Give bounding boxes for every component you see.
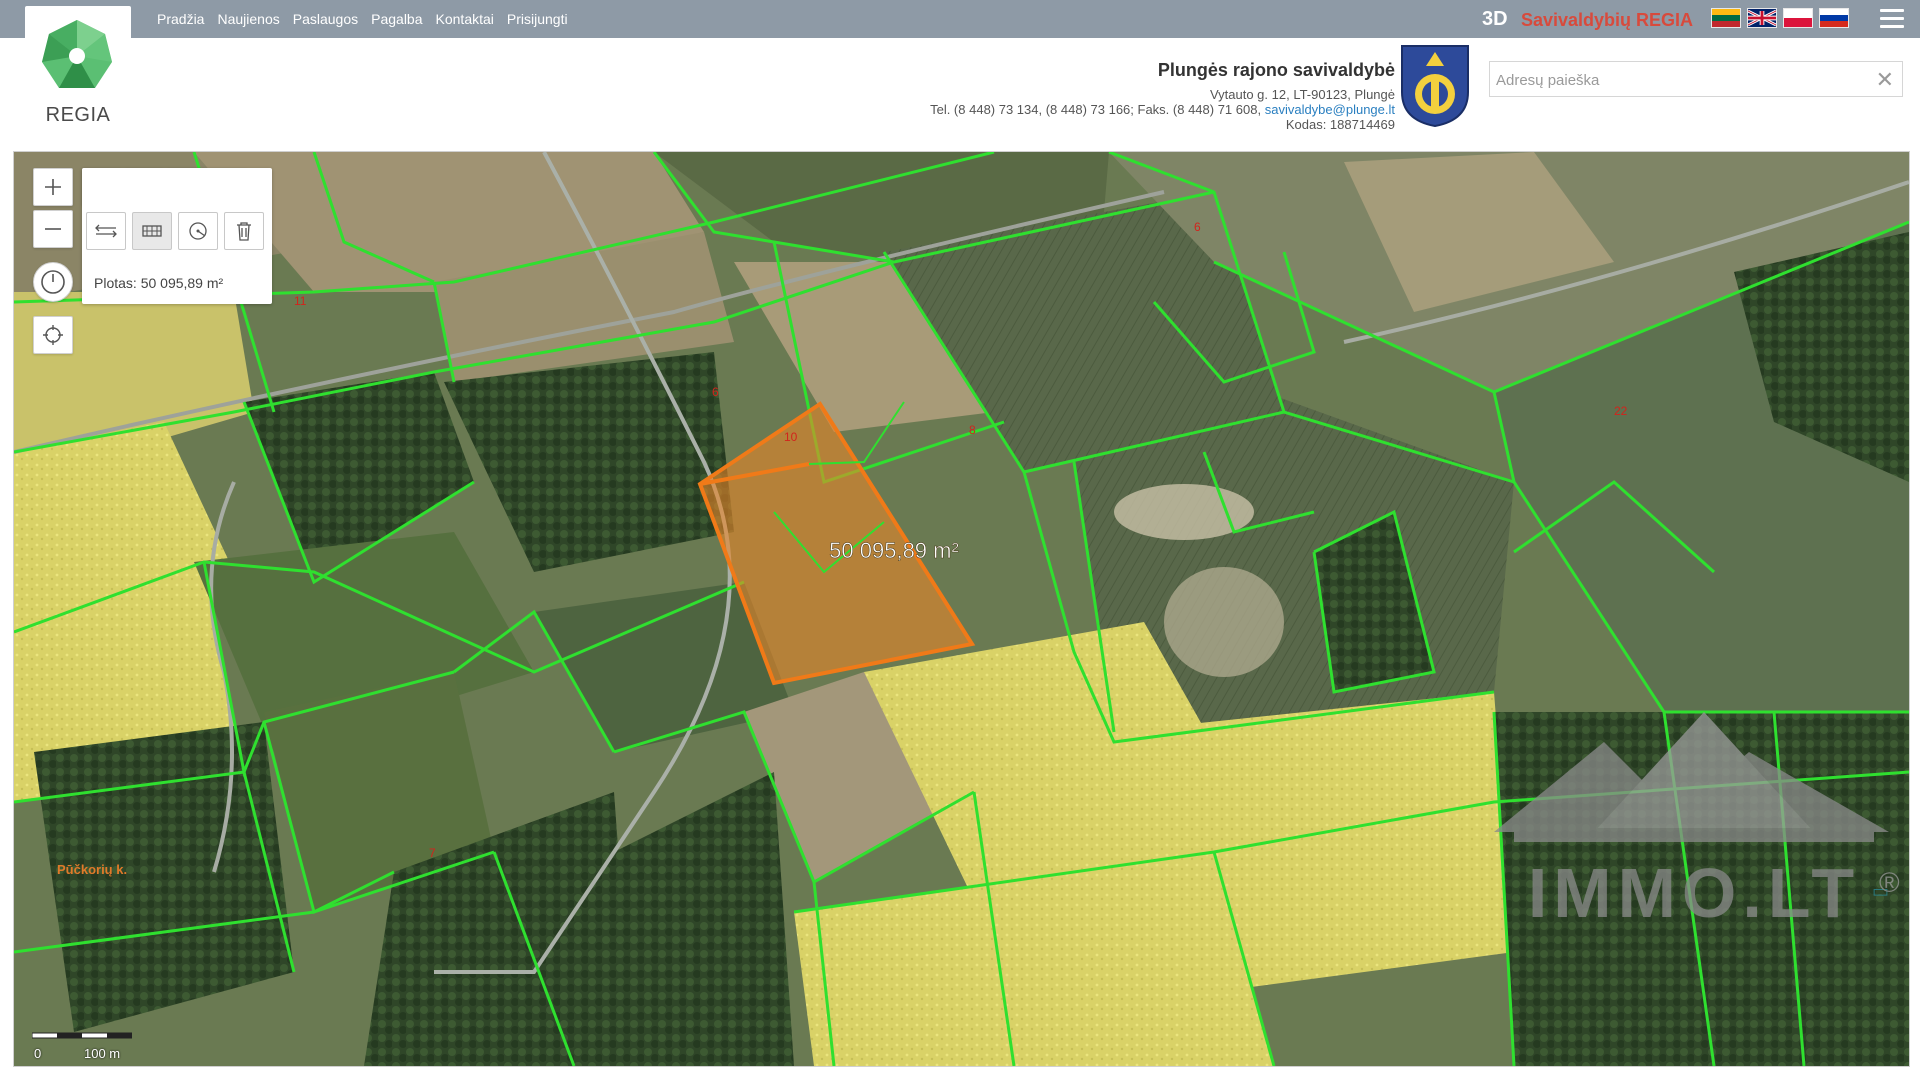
top-navigation-bar: Pradžia Naujienos Paslaugos Pagalba Kont… — [0, 0, 1920, 38]
lithuania-flag[interactable] — [1711, 8, 1741, 28]
coat-of-arms-icon — [1401, 45, 1469, 128]
watermark-text: IMMO.LT — [1528, 854, 1860, 932]
regia-logo[interactable]: REGIA — [25, 6, 131, 126]
address-search-input[interactable] — [1494, 62, 1868, 98]
scale-distance: 100 m — [84, 1046, 121, 1061]
clock-icon — [41, 270, 65, 294]
area-icon — [142, 225, 162, 237]
nav-item-kontaktai[interactable]: Kontaktai — [436, 11, 494, 27]
measured-area-label: 50 095,89 m² — [829, 538, 959, 563]
municipality-name: Plungės rajono savivaldybė — [1157, 60, 1395, 80]
parcel-label: 22 — [1614, 404, 1628, 418]
brand-name[interactable]: Savivaldybių REGIA — [1521, 10, 1693, 31]
measure-area-button[interactable] — [132, 212, 172, 250]
zoom-out-button[interactable] — [33, 210, 73, 248]
village-label: Pūčkorių k. — [57, 862, 127, 877]
registered-mark: ® — [1879, 867, 1900, 898]
municipality-code: Kodas: 188714469 — [1285, 117, 1395, 132]
zoom-in-button[interactable] — [33, 168, 73, 206]
parcel-label: 7 — [429, 846, 436, 860]
russia-flag[interactable] — [1819, 8, 1849, 28]
minus-icon — [45, 228, 61, 230]
uk-flag[interactable] — [1747, 8, 1777, 28]
radius-icon — [189, 222, 207, 240]
parcel-label: 8 — [969, 423, 976, 437]
municipality-address: Vytauto g. 12, LT-90123, Plungė — [1209, 87, 1395, 102]
language-selector — [1711, 8, 1855, 28]
plus-icon — [45, 179, 61, 195]
poland-flag[interactable] — [1783, 8, 1813, 28]
nav-item-prisijungti[interactable]: Prisijungti — [507, 11, 568, 27]
municipality-email-link[interactable]: savivaldybe@plunge.lt — [1265, 102, 1395, 117]
brand-3d-label[interactable]: 3D — [1482, 8, 1508, 31]
delete-measure-button[interactable] — [224, 212, 264, 250]
nav-item-naujienos[interactable]: Naujienos — [217, 11, 279, 27]
address-search[interactable]: ✕ — [1489, 61, 1903, 98]
measure-radius-button[interactable] — [178, 212, 218, 250]
parcel-label: 6 — [712, 385, 719, 399]
trash-icon — [237, 222, 251, 241]
nav-item-pradzia[interactable]: Pradžia — [157, 11, 204, 27]
parcel-label: 10 — [784, 430, 798, 444]
clear-search-icon[interactable]: ✕ — [1876, 67, 1894, 93]
map-view[interactable]: 11 6 6 10 8 22 7 Pūčkorių k. 50 095,89 m… — [13, 151, 1910, 1067]
history-button[interactable] — [33, 262, 73, 302]
scale-bar: 0 100 m — [31, 1028, 133, 1061]
nav-item-paslaugos[interactable]: Paslaugos — [293, 11, 358, 27]
logo-text: REGIA — [45, 104, 111, 126]
satellite-map[interactable]: 11 6 6 10 8 22 7 Pūčkorių k. 50 095,89 m… — [14, 152, 1909, 1066]
menu-icon[interactable] — [1880, 9, 1904, 29]
nav-item-pagalba[interactable]: Pagalba — [371, 11, 422, 27]
scale-zero: 0 — [34, 1046, 42, 1061]
municipality-phones: Tel. (8 448) 73 134, (8 448) 73 166; Fak… — [930, 102, 1262, 117]
municipality-contacts: Tel. (8 448) 73 134, (8 448) 73 166; Fak… — [930, 102, 1395, 117]
parcel-label: 11 — [294, 294, 307, 308]
parcel-label: 6 — [1194, 220, 1201, 234]
measure-tool-panel: Plotas: 50 095,89 m² — [82, 168, 272, 304]
scale-bar-graphic — [31, 1032, 133, 1039]
measure-distance-button[interactable] — [86, 212, 126, 250]
regia-logo-icon — [42, 20, 112, 88]
main-nav: Pradžia Naujienos Paslaugos Pagalba Kont… — [157, 0, 581, 38]
locate-button[interactable] — [33, 316, 73, 354]
crosshair-icon — [43, 325, 63, 345]
area-readout: Plotas: 50 095,89 m² — [94, 275, 224, 291]
distance-icon — [95, 224, 117, 238]
